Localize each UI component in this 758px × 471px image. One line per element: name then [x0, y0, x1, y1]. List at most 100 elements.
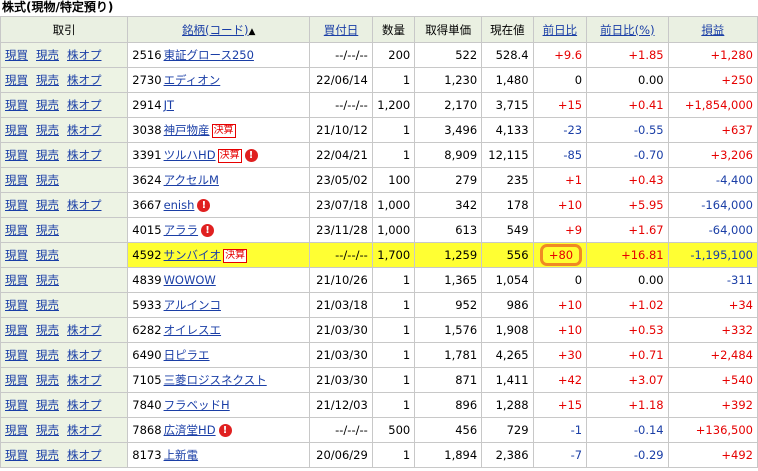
buy-link[interactable]: 現買 [5, 223, 28, 237]
stock-name-link[interactable]: 広済堂HD [164, 423, 216, 437]
buy-date: 22/04/21 [309, 142, 373, 168]
table-row: 現買 現売 5933 アルインコ 21/03/18 1 952 986 +10 +1.02 +34 [0, 292, 758, 318]
sort-change-pct-link[interactable]: 前日比(%) [600, 23, 654, 37]
stock-code: 5933 [132, 298, 162, 312]
option-link[interactable]: 株オプ [67, 323, 102, 337]
buy-link[interactable]: 現買 [5, 423, 28, 437]
option-link[interactable]: 株オプ [67, 398, 102, 412]
alert-icon[interactable]: ! [197, 199, 211, 212]
buy-link[interactable]: 現買 [5, 323, 28, 337]
buy-link[interactable]: 現買 [5, 198, 28, 212]
sell-link[interactable]: 現売 [36, 73, 59, 87]
option-link[interactable]: 株オプ [67, 348, 102, 362]
option-link[interactable]: 株オプ [67, 123, 102, 137]
trade-actions: 現買 現売 株オプ [0, 42, 129, 68]
stock-name-link[interactable]: フラベッドH [164, 398, 230, 412]
acquisition-price: 8,909 [414, 142, 483, 168]
stock-name-link[interactable]: JT [164, 98, 174, 112]
header-change[interactable]: 前日比 [532, 16, 588, 43]
stock-name-link[interactable]: 三菱ロジスネクスト [164, 373, 267, 387]
stock-name-link[interactable]: アルインコ [164, 298, 221, 312]
buy-link[interactable]: 現買 [5, 373, 28, 387]
alert-icon[interactable]: ! [201, 224, 215, 237]
day-change-pct: +1.67 [586, 217, 669, 243]
sell-link[interactable]: 現売 [36, 323, 59, 337]
current-price: 1,908 [481, 317, 534, 343]
stock-name-link[interactable]: 神戸物産 [164, 123, 210, 137]
sell-link[interactable]: 現売 [36, 398, 59, 412]
buy-link[interactable]: 現買 [5, 248, 28, 262]
buy-link[interactable]: 現買 [5, 98, 28, 112]
header-stock[interactable]: 銘柄(コード)▲ [127, 16, 311, 43]
stock-name-link[interactable]: 東証グロース250 [164, 48, 254, 62]
option-link[interactable]: 株オプ [67, 198, 102, 212]
buy-link[interactable]: 現買 [5, 123, 28, 137]
sell-link[interactable]: 現売 [36, 298, 59, 312]
stock-name-link[interactable]: アララ [164, 223, 199, 237]
option-link[interactable]: 株オプ [67, 148, 102, 162]
buy-link[interactable]: 現買 [5, 348, 28, 362]
option-link[interactable]: 株オプ [67, 73, 102, 87]
section-title: 株式(現物/特定預り) [2, 0, 114, 14]
stock-name-link[interactable]: エディオン [164, 73, 221, 87]
stock-name-link[interactable]: enish [164, 198, 195, 212]
sell-link[interactable]: 現売 [36, 48, 59, 62]
sell-link[interactable]: 現売 [36, 173, 59, 187]
sell-link[interactable]: 現売 [36, 248, 59, 262]
stock-name-link[interactable]: オイレスエ [164, 323, 222, 337]
alert-icon[interactable]: ! [218, 424, 232, 437]
sell-link[interactable]: 現売 [36, 223, 59, 237]
stock-name-link[interactable]: WOWOW [164, 273, 216, 287]
sort-pl-link[interactable]: 損益 [701, 23, 724, 37]
buy-link[interactable]: 現買 [5, 273, 28, 287]
stock-name-link[interactable]: アクセルM [164, 173, 219, 187]
sell-link[interactable]: 現売 [36, 98, 59, 112]
alert-icon[interactable]: ! [244, 149, 258, 162]
option-link[interactable]: 株オプ [67, 373, 102, 387]
option-link[interactable]: 株オプ [67, 98, 102, 112]
table-row: 現買 現売 株オプ 3391 ツルハHD 決算! 22/04/21 1 8,909 12,115-… [0, 142, 758, 168]
option-link[interactable]: 株オプ [67, 448, 102, 462]
buy-link[interactable]: 現買 [5, 298, 28, 312]
buy-link[interactable]: 現買 [5, 73, 28, 87]
buy-link[interactable]: 現買 [5, 173, 28, 187]
profit-loss-value: +1,280 [710, 48, 753, 62]
sell-link[interactable]: 現売 [36, 123, 59, 137]
sort-buy-date-link[interactable]: 買付日 [324, 23, 359, 37]
sell-link[interactable]: 現売 [36, 348, 59, 362]
header-change-pct[interactable]: 前日比(%) [586, 16, 669, 43]
stock-name-link[interactable]: サンバイオ [164, 248, 222, 262]
buy-link[interactable]: 現買 [5, 48, 28, 62]
buy-date: 21/03/30 [309, 367, 373, 393]
profit-loss: +250 [667, 67, 758, 93]
day-change-pct: +3.07 [586, 367, 669, 393]
day-change: +15 [532, 92, 588, 118]
stock-name-link[interactable]: 日ピラエ [164, 348, 210, 362]
day-change: 0 [532, 267, 588, 293]
buy-link[interactable]: 現買 [5, 398, 28, 412]
stock-code: 7105 [132, 373, 162, 387]
sell-link[interactable]: 現売 [36, 273, 59, 287]
stock-cell: 2914 JT [127, 92, 311, 118]
sell-link[interactable]: 現売 [36, 373, 59, 387]
option-link[interactable]: 株オプ [67, 48, 102, 62]
sort-stock-link[interactable]: 銘柄(コード) [182, 23, 248, 37]
day-change-pct: -0.55 [586, 117, 669, 143]
sell-link[interactable]: 現売 [36, 448, 59, 462]
stock-cell: 2730 エディオン [127, 67, 311, 93]
buy-link[interactable]: 現買 [5, 448, 28, 462]
header-pl[interactable]: 損益 [667, 16, 758, 43]
profit-loss: +3,206 [667, 142, 758, 168]
option-link[interactable]: 株オプ [67, 423, 102, 437]
acquisition-price: 342 [414, 192, 483, 218]
sell-link[interactable]: 現売 [36, 423, 59, 437]
sell-link[interactable]: 現売 [36, 148, 59, 162]
buy-link[interactable]: 現買 [5, 148, 28, 162]
stock-cell: 8173 上新電 [127, 442, 311, 468]
stock-name-link[interactable]: ツルハHD [164, 148, 216, 162]
profit-loss: -64,000 [667, 217, 758, 243]
header-buy-date[interactable]: 買付日 [309, 16, 373, 43]
sell-link[interactable]: 現売 [36, 198, 59, 212]
sort-change-link[interactable]: 前日比 [543, 23, 578, 37]
stock-name-link[interactable]: 上新電 [164, 448, 199, 462]
